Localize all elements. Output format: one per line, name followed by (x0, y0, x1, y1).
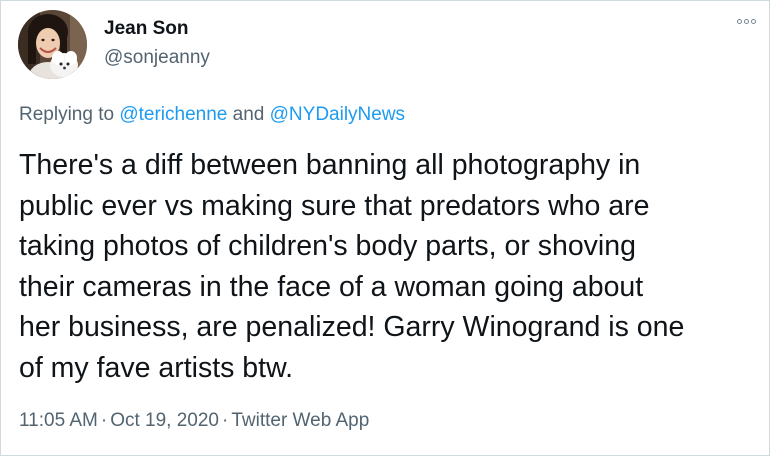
replying-to-label: Replying to (19, 104, 115, 125)
replying-to-joiner: and (232, 104, 265, 125)
more-dot (737, 19, 742, 24)
more-dot (751, 19, 756, 24)
more-options-icon[interactable] (737, 19, 756, 24)
avatar[interactable] (18, 10, 87, 79)
more-dot (744, 19, 749, 24)
tweet-text: There's a diff between banning all photo… (19, 145, 759, 389)
author-handle[interactable]: @sonjeanny (104, 45, 210, 71)
tweet-text-line: There's a diff between banning all photo… (19, 149, 641, 181)
tweet-text-line: her business, are penalized! Garry Winog… (19, 311, 685, 344)
avatar-image (18, 10, 87, 79)
tweet-card: Jean Son @sonjeanny Replying to @teriche… (0, 0, 770, 456)
tweet-text-line: their cameras in the face of a woman goi… (19, 270, 644, 303)
mention-link-nydailynews[interactable]: @NYDailyNews (270, 104, 405, 125)
tweet-meta: 11:05 AM · Oct 19, 2020 · Twitter Web App (19, 408, 369, 434)
tweet-source-link[interactable]: Twitter Web App (231, 410, 369, 431)
tweet-text-line: public ever vs making sure that predator… (19, 189, 650, 222)
tweet-text-line: taking photos of children's body parts, … (19, 230, 636, 263)
meta-separator: · (100, 410, 108, 431)
tweet-text-line: of my fave artists btw. (19, 351, 294, 384)
meta-separator: · (222, 410, 229, 431)
replying-to: Replying to @terichenne and @NYDailyNews (19, 102, 405, 128)
tweet-date-link[interactable]: Oct 19, 2020 (110, 410, 219, 431)
tweet-time-link[interactable]: 11:05 AM (19, 410, 98, 431)
mention-link-terichenne[interactable]: @terichenne (119, 104, 227, 125)
author-display-name[interactable]: Jean Son (104, 16, 188, 42)
